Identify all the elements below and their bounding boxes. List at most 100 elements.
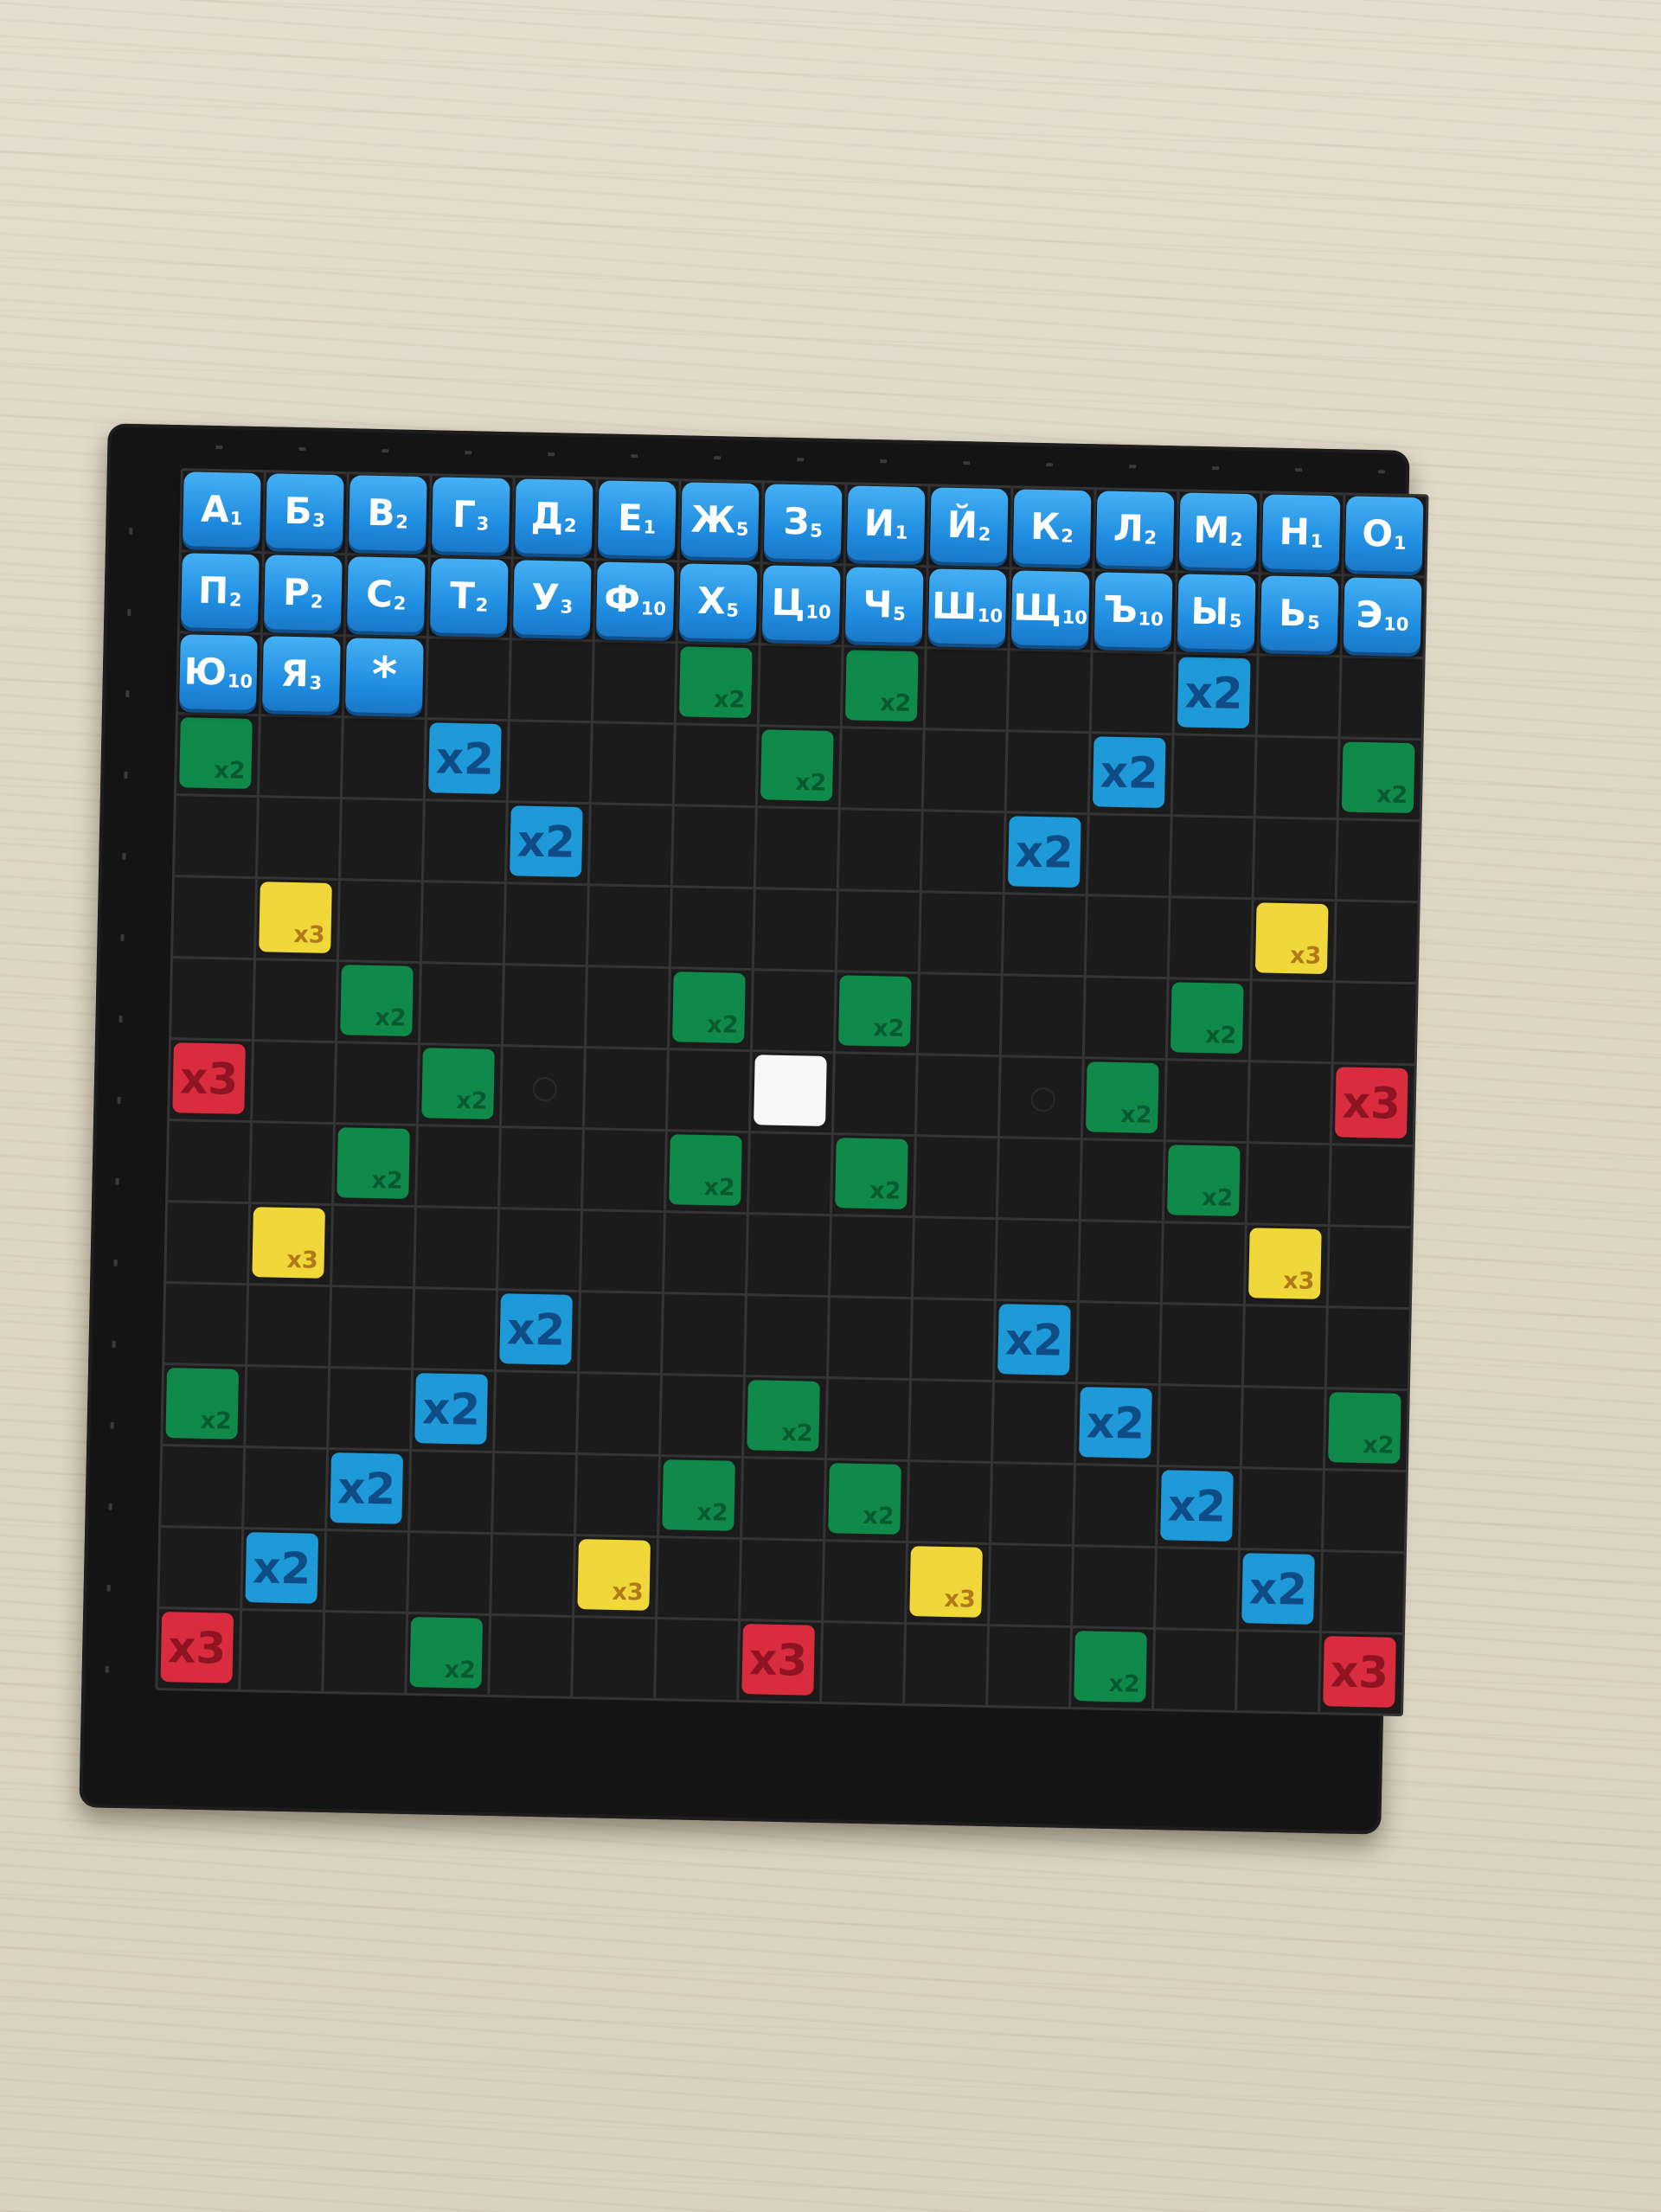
- board-cell[interactable]: [1074, 1465, 1157, 1547]
- board-cell[interactable]: [746, 1296, 828, 1377]
- board-cell[interactable]: [338, 881, 421, 962]
- board-cell[interactable]: [168, 1121, 251, 1202]
- board-cell[interactable]: [1170, 817, 1254, 898]
- board-cell[interactable]: [414, 1289, 497, 1370]
- board-cell[interactable]: Э 10: [1342, 576, 1425, 657]
- board-cell[interactable]: [240, 1610, 324, 1691]
- letter-tile[interactable]: Н1: [1261, 494, 1341, 571]
- board-cell[interactable]: [175, 796, 257, 877]
- board-cell[interactable]: [759, 645, 842, 727]
- board-cell[interactable]: [991, 1464, 1074, 1545]
- board-cell[interactable]: [910, 1381, 992, 1462]
- board-cell[interactable]: [657, 1538, 741, 1619]
- board-cell[interactable]: [490, 1616, 573, 1696]
- board-cell[interactable]: [674, 725, 757, 806]
- board-cell[interactable]: [1001, 976, 1084, 1057]
- board-cell[interactable]: x2: [831, 1135, 914, 1216]
- board-cell[interactable]: Л2: [1094, 490, 1177, 571]
- letter-tile[interactable]: Б3: [265, 473, 344, 550]
- board-cell[interactable]: [576, 1455, 659, 1536]
- board-cell[interactable]: [159, 1527, 242, 1608]
- board-cell[interactable]: Г3: [430, 476, 513, 557]
- board-cell[interactable]: [1240, 1469, 1323, 1550]
- blank-tile[interactable]: *: [344, 638, 424, 715]
- board-cell[interactable]: Ь5: [1259, 574, 1342, 656]
- board-cell[interactable]: x2: [1324, 1389, 1408, 1471]
- letter-tile[interactable]: З5: [763, 484, 843, 561]
- board-cell[interactable]: [661, 1375, 743, 1457]
- board-cell[interactable]: Н1: [1260, 493, 1344, 574]
- board-cell[interactable]: x2: [757, 727, 840, 808]
- board-cell[interactable]: [1077, 1303, 1160, 1384]
- board-cell[interactable]: [491, 1535, 574, 1615]
- board-cell[interactable]: [830, 1216, 913, 1298]
- board-cell[interactable]: Я3: [260, 635, 343, 716]
- letter-tile[interactable]: Ю 10: [179, 634, 258, 711]
- board-cell[interactable]: [918, 974, 1001, 1055]
- letter-tile[interactable]: В2: [348, 475, 427, 552]
- board-cell[interactable]: [838, 810, 921, 891]
- board-cell[interactable]: [324, 1612, 407, 1693]
- board-cell[interactable]: Б3: [264, 472, 347, 554]
- board-cell[interactable]: Ч5: [843, 566, 927, 647]
- board-cell[interactable]: x2: [1338, 739, 1421, 820]
- board-cell[interactable]: [840, 728, 923, 810]
- board-cell[interactable]: [752, 971, 835, 1052]
- board-cell[interactable]: [164, 1284, 247, 1364]
- board-cell[interactable]: [741, 1540, 824, 1620]
- board-cell[interactable]: x2: [425, 720, 508, 801]
- board-cell[interactable]: [166, 1202, 249, 1283]
- board-cell[interactable]: *: [343, 637, 426, 718]
- board-cell[interactable]: [426, 638, 510, 720]
- board-cell[interactable]: [253, 1042, 335, 1123]
- board-cell[interactable]: [246, 1367, 329, 1447]
- board-cell[interactable]: [1160, 1305, 1243, 1386]
- board-cell[interactable]: Щ 10: [1010, 569, 1093, 651]
- letter-tile[interactable]: Т2: [429, 558, 509, 635]
- board-cell[interactable]: x2: [659, 1457, 742, 1537]
- letter-tile[interactable]: Ф 10: [595, 561, 675, 638]
- board-cell[interactable]: И1: [845, 484, 928, 566]
- board-cell[interactable]: Ф 10: [594, 561, 677, 642]
- board-cell[interactable]: А1: [181, 471, 264, 552]
- board-cell[interactable]: [325, 1531, 408, 1612]
- board-cell[interactable]: [408, 1533, 491, 1613]
- board-cell[interactable]: [503, 965, 586, 1047]
- board-cell[interactable]: [251, 1123, 333, 1204]
- board-cell[interactable]: x3: [249, 1204, 332, 1286]
- board-cell[interactable]: [747, 1215, 830, 1296]
- board-cell[interactable]: Ю 10: [177, 633, 260, 715]
- board-cell[interactable]: x2: [676, 644, 759, 725]
- board-cell[interactable]: x2: [1075, 1384, 1158, 1465]
- board-cell[interactable]: x2: [669, 969, 752, 1050]
- board-cell[interactable]: [1335, 901, 1418, 983]
- board-cell[interactable]: [1156, 1548, 1238, 1630]
- board-cell[interactable]: x2: [744, 1377, 826, 1459]
- letter-tile[interactable]: Ь5: [1260, 575, 1339, 652]
- board-cell[interactable]: [342, 718, 425, 799]
- board-cell[interactable]: [1091, 652, 1174, 734]
- board-cell[interactable]: [161, 1446, 244, 1527]
- board-cell[interactable]: x3: [157, 1608, 240, 1689]
- board-cell[interactable]: [330, 1287, 414, 1368]
- board-cell[interactable]: У3: [511, 559, 594, 640]
- board-cell[interactable]: [578, 1374, 661, 1455]
- letter-tile[interactable]: Д2: [514, 478, 593, 555]
- board-cell[interactable]: [593, 642, 676, 723]
- board-cell[interactable]: [1237, 1632, 1319, 1713]
- letter-tile[interactable]: Щ 10: [1010, 570, 1090, 647]
- board-cell[interactable]: x2: [419, 1045, 501, 1126]
- board-cell[interactable]: [920, 893, 1003, 974]
- board-cell[interactable]: [1081, 1140, 1164, 1221]
- board-cell[interactable]: Й2: [928, 486, 1011, 567]
- letter-tile[interactable]: Г3: [431, 477, 510, 554]
- board-cell[interactable]: [332, 1206, 415, 1287]
- letter-tile[interactable]: Ц 10: [761, 565, 841, 642]
- letter-tile[interactable]: А1: [182, 471, 261, 548]
- board-cell[interactable]: [1086, 896, 1169, 978]
- board-cell[interactable]: [584, 1048, 667, 1130]
- board-cell[interactable]: [1326, 1308, 1409, 1389]
- board-cell[interactable]: [586, 967, 669, 1048]
- letter-tile[interactable]: С2: [346, 556, 426, 633]
- letter-tile[interactable]: Е1: [597, 480, 677, 557]
